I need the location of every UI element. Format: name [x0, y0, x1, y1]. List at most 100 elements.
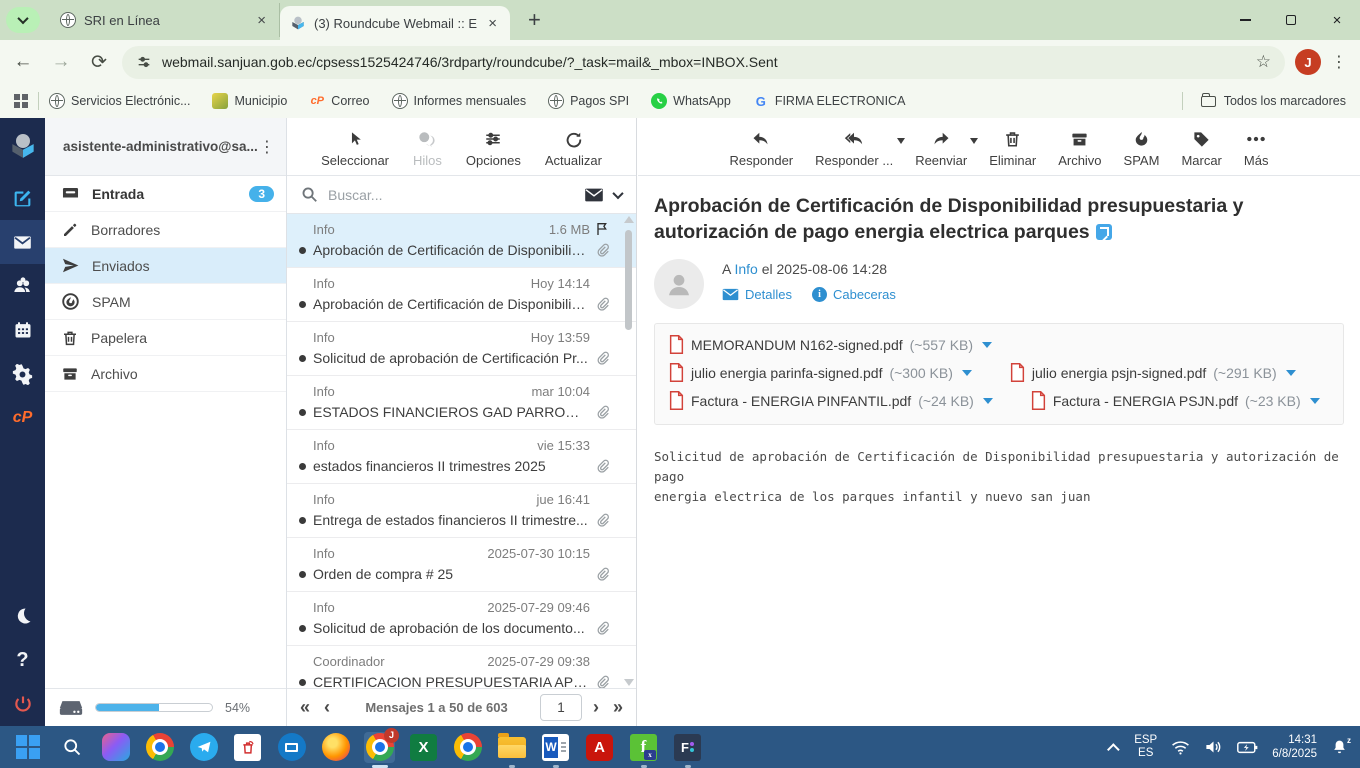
excel-icon[interactable]: X: [408, 732, 439, 763]
message-row[interactable]: Info 1.6 MB Aprobación de Certificación …: [287, 214, 636, 268]
word-icon[interactable]: W: [540, 732, 571, 763]
threads-button[interactable]: Hilos: [413, 128, 442, 168]
scroll-up-icon[interactable]: [624, 216, 634, 223]
logout-power-icon[interactable]: [0, 682, 45, 726]
first-page-icon[interactable]: «: [297, 697, 313, 718]
attachment-menu-caret-icon[interactable]: [962, 370, 972, 376]
archive-button[interactable]: Archivo: [1058, 128, 1101, 168]
message-row[interactable]: Coordinador 2025-07-29 09:38 CERTIFICACI…: [287, 646, 636, 688]
file-explorer-icon[interactable]: [496, 732, 527, 763]
attachment-item[interactable]: Factura - ENERGIA PSJN.pdf (~23 KB): [1031, 391, 1320, 410]
list-scrollbar[interactable]: [623, 216, 634, 686]
f-dark-app-icon[interactable]: F: [672, 732, 703, 763]
bookmark-municipio[interactable]: Municipio: [212, 93, 287, 109]
select-button[interactable]: Seleccionar: [321, 128, 389, 168]
attachment-item[interactable]: Factura - ENERGIA PINFANTIL.pdf (~24 KB): [669, 391, 993, 410]
attachment-menu-caret-icon[interactable]: [982, 342, 992, 348]
bookmark-firma[interactable]: GFIRMA ELECTRONICA: [753, 93, 906, 109]
mail-icon[interactable]: [0, 220, 45, 264]
site-settings-icon[interactable]: [136, 54, 152, 70]
browser-menu-icon[interactable]: ⋮: [1331, 52, 1348, 72]
telegram-icon[interactable]: [188, 732, 219, 763]
bookmark-whatsapp[interactable]: WhatsApp: [651, 93, 731, 109]
bookmark-pagos[interactable]: Pagos SPI: [548, 93, 629, 109]
more-button[interactable]: Más: [1244, 128, 1269, 168]
attachment-item[interactable]: julio energia parinfa-signed.pdf (~300 K…: [669, 363, 972, 382]
message-row[interactable]: Info Hoy 13:59 Solicitud de aprobación d…: [287, 322, 636, 376]
chrome-icon[interactable]: [144, 732, 175, 763]
minimize-button[interactable]: [1222, 0, 1268, 40]
bookmark-correo[interactable]: cPCorreo: [309, 93, 369, 109]
start-button[interactable]: [12, 732, 43, 763]
chrome-profile-icon[interactable]: [452, 732, 483, 763]
apps-grid-icon[interactable]: [14, 94, 28, 108]
reply-button[interactable]: Responder: [730, 128, 794, 168]
search-input[interactable]: [328, 187, 574, 203]
maximize-button[interactable]: [1268, 0, 1314, 40]
chrome-active-icon[interactable]: J: [364, 732, 395, 763]
forward-icon[interactable]: →: [46, 47, 76, 77]
attachment-menu-caret-icon[interactable]: [1310, 398, 1320, 404]
close-button[interactable]: ×: [1314, 0, 1360, 40]
attachment-menu-caret-icon[interactable]: [983, 398, 993, 404]
folder-spam[interactable]: SPAM: [45, 284, 286, 320]
firefox-icon[interactable]: [320, 732, 351, 763]
attachment-menu-caret-icon[interactable]: [1286, 370, 1296, 376]
scrollbar-thumb[interactable]: [625, 230, 632, 330]
cpanel-icon[interactable]: cP: [0, 396, 45, 440]
bookmark-star-icon[interactable]: ☆: [1256, 52, 1271, 72]
scope-envelope-icon[interactable]: [584, 187, 604, 203]
volume-icon[interactable]: [1204, 739, 1223, 755]
taskbar-clock[interactable]: 14:316/8/2025: [1272, 733, 1317, 761]
compose-icon[interactable]: [0, 176, 45, 220]
recycle-app-icon[interactable]: [232, 732, 263, 763]
folder-papelera[interactable]: Papelera: [45, 320, 286, 356]
page-input[interactable]: [540, 694, 582, 721]
scroll-down-icon[interactable]: [624, 679, 634, 686]
language-indicator[interactable]: ESPES: [1134, 734, 1157, 760]
address-bar[interactable]: webmail.sanjuan.gob.ec/cpsess1525424746/…: [122, 46, 1285, 79]
last-page-icon[interactable]: »: [610, 697, 626, 718]
acrobat-icon[interactable]: A: [584, 732, 615, 763]
tray-expand-icon[interactable]: [1107, 743, 1120, 756]
tab-search-button[interactable]: [6, 7, 40, 33]
battery-icon[interactable]: [1237, 741, 1258, 754]
delete-button[interactable]: Eliminar: [989, 128, 1036, 168]
dark-mode-moon-icon[interactable]: [0, 594, 45, 638]
options-button[interactable]: Opciones: [466, 128, 521, 168]
tab-close-icon[interactable]: ×: [254, 12, 269, 29]
browser-profile-avatar[interactable]: J: [1295, 49, 1321, 75]
attachment-item[interactable]: MEMORANDUM N162-signed.pdf (~557 KB): [669, 335, 992, 354]
refresh-button[interactable]: Actualizar: [545, 128, 602, 168]
tab-close-icon[interactable]: ×: [485, 15, 500, 32]
reload-icon[interactable]: ⟳: [84, 47, 114, 77]
prev-page-icon[interactable]: ‹: [321, 697, 333, 718]
all-bookmarks[interactable]: Todos los marcadores: [1182, 92, 1346, 110]
browser-tab-roundcube[interactable]: (3) Roundcube Webmail :: Envia ×: [280, 6, 510, 40]
search-options-chevron-icon[interactable]: [612, 187, 623, 198]
forward-button[interactable]: Reenviar: [915, 128, 967, 168]
open-in-new-window-icon[interactable]: [1096, 224, 1112, 240]
dropdown-caret-icon[interactable]: [897, 138, 905, 144]
dropdown-caret-icon[interactable]: [970, 138, 978, 144]
folder-borradores[interactable]: Borradores: [45, 212, 286, 248]
notification-bell-icon[interactable]: z: [1331, 738, 1348, 756]
settings-gear-icon[interactable]: [0, 352, 45, 396]
message-row[interactable]: Info jue 16:41 Entrega de estados financ…: [287, 484, 636, 538]
back-icon[interactable]: ←: [8, 47, 38, 77]
message-row[interactable]: Info vie 15:33 estados financieros II tr…: [287, 430, 636, 484]
message-row[interactable]: Info 2025-07-29 09:46 Solicitud de aprob…: [287, 592, 636, 646]
spam-button[interactable]: SPAM: [1124, 128, 1160, 168]
taskbar-search-icon[interactable]: [56, 732, 87, 763]
folder-archivo[interactable]: Archivo: [45, 356, 286, 392]
remote-desktop-icon[interactable]: [276, 732, 307, 763]
recipient-link[interactable]: Info: [734, 261, 757, 277]
reply-all-button[interactable]: Responder ...: [815, 128, 893, 168]
browser-tab-sri[interactable]: SRI en Línea ×: [50, 3, 280, 37]
bookmark-servicios[interactable]: Servicios Electrónic...: [49, 93, 190, 109]
help-icon[interactable]: ?: [0, 638, 45, 682]
folder-enviados[interactable]: Enviados: [45, 248, 286, 284]
contacts-icon[interactable]: [0, 264, 45, 308]
attachment-item[interactable]: julio energia psjn-signed.pdf (~291 KB): [1010, 363, 1296, 382]
message-row[interactable]: Info mar 10:04 ESTADOS FINANCIEROS GAD P…: [287, 376, 636, 430]
